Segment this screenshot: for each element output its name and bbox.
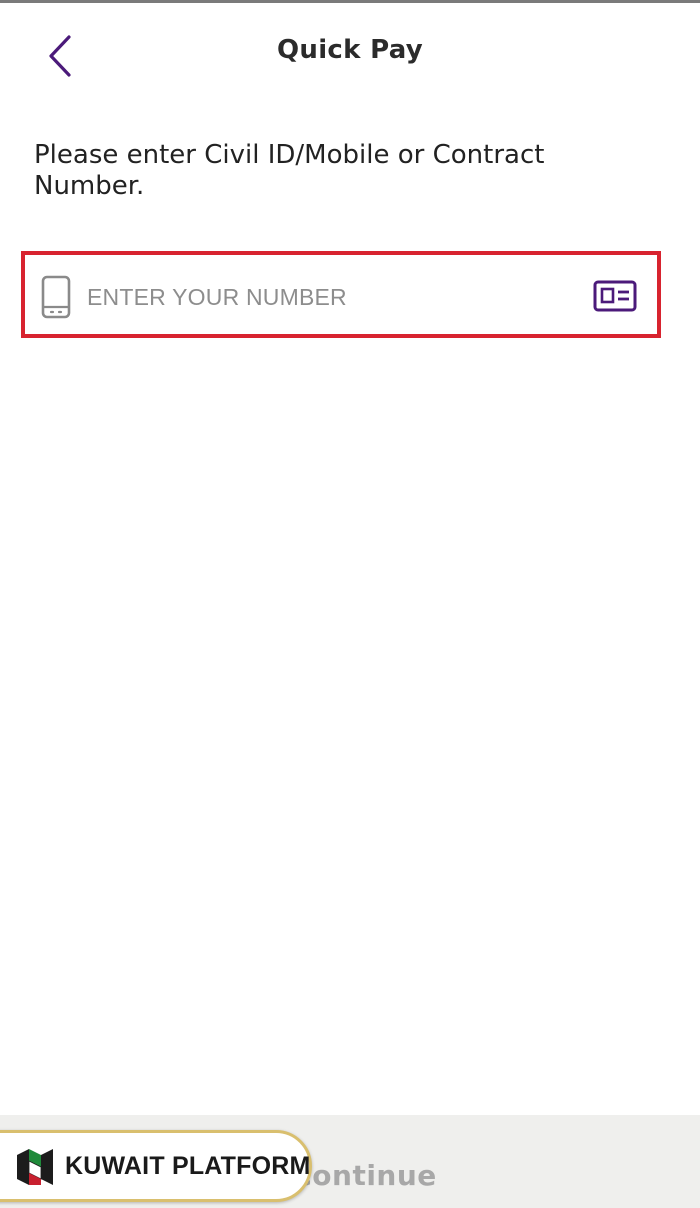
page-title: Quick Pay (276, 35, 424, 65)
header: Quick Pay (0, 3, 700, 99)
instruction-text: Please enter Civil ID/Mobile or Contract… (34, 140, 545, 201)
number-field-container[interactable] (21, 251, 661, 338)
brand-name: KUWAIT PLATFORM (65, 1152, 311, 1180)
kuwait-platform-logo (17, 1149, 53, 1185)
number-input[interactable] (87, 277, 577, 317)
id-card-icon[interactable] (593, 279, 637, 313)
kuwait-platform-watermark: KUWAIT PLATFORM (0, 1130, 312, 1202)
mobile-phone-icon (41, 275, 71, 319)
quick-pay-screen: Quick Pay Please enter Civil ID/Mobile o… (0, 0, 700, 1208)
